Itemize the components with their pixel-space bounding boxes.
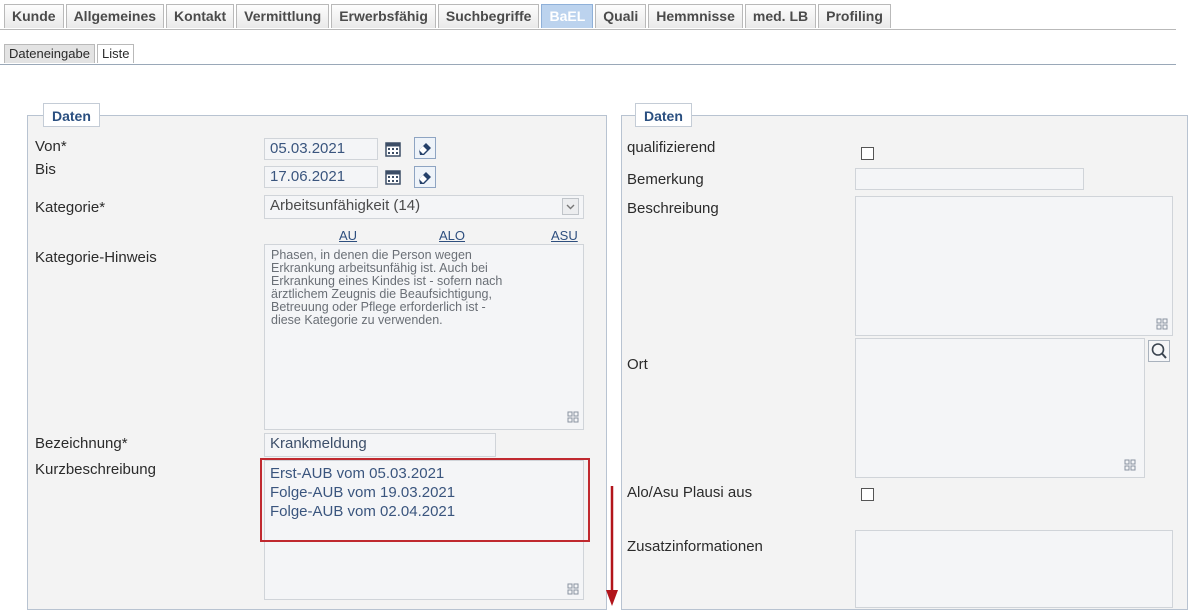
kategorie-select[interactable]: Arbeitsunfähigkeit (14)	[264, 195, 584, 219]
link-alo[interactable]: ALO	[439, 228, 465, 243]
zusatzinformationen-textarea[interactable]	[855, 530, 1173, 608]
dropdown-arrow-icon[interactable]	[562, 198, 579, 215]
tab-quali[interactable]: Quali	[595, 4, 647, 28]
highlight-box	[260, 458, 590, 542]
bezeichnung-label: Bezeichnung*	[35, 435, 128, 452]
tab-hemmnisse[interactable]: Hemmnisse	[648, 4, 743, 28]
tab-suchbegriffe[interactable]: Suchbegriffe	[437, 4, 540, 28]
eraser-icon[interactable]	[414, 137, 436, 159]
tab-vermittlung[interactable]: Vermittlung	[236, 4, 330, 28]
alo-asu-plausi-label: Alo/Asu Plausi aus	[627, 484, 753, 501]
tab-bael[interactable]: BaEL	[541, 4, 594, 28]
kategorie-label: Kategorie*	[35, 199, 106, 216]
subtab-liste[interactable]: Liste	[96, 44, 135, 63]
calendar-icon[interactable]	[384, 140, 402, 158]
qualifizierend-checkbox[interactable]	[861, 147, 874, 160]
alo-asu-plausi-checkbox[interactable]	[861, 488, 874, 501]
tab-bar-divider	[0, 29, 1176, 30]
beschreibung-label: Beschreibung	[627, 200, 719, 217]
bis-label: Bis	[35, 161, 56, 178]
ort-label: Ort	[627, 356, 648, 373]
tab-allgemeines[interactable]: Allgemeines	[65, 4, 165, 28]
eraser-icon[interactable]	[414, 166, 436, 188]
tab-kunde[interactable]: Kunde	[4, 4, 64, 28]
von-label: Von*	[35, 138, 67, 155]
link-asu[interactable]: ASU	[551, 228, 578, 243]
resize-handle-icon[interactable]	[567, 410, 579, 423]
main-tab-bar: Kunde Allgemeines Kontakt Vermittlung Er…	[4, 4, 893, 30]
qualifizierend-label: qualifizierend	[627, 139, 716, 156]
arrow-down-icon	[606, 486, 618, 606]
tab-med-lb[interactable]: med. LB	[744, 4, 817, 28]
bemerkung-input[interactable]	[855, 168, 1084, 190]
von-date-input[interactable]: 05.03.2021	[264, 138, 378, 160]
resize-handle-icon[interactable]	[1156, 317, 1168, 330]
calendar-icon[interactable]	[384, 168, 402, 186]
right-panel-legend: Daten	[635, 103, 692, 127]
left-panel-legend: Daten	[43, 103, 100, 127]
sub-tab-bar: Dateneingabe Liste	[4, 44, 136, 63]
tab-profiling[interactable]: Profiling	[818, 4, 891, 28]
kategorie-value: Arbeitsunfähigkeit (14)	[270, 197, 421, 214]
ort-textarea[interactable]	[855, 338, 1145, 478]
resize-handle-icon[interactable]	[567, 582, 579, 595]
sub-tab-divider	[0, 64, 1176, 65]
bis-date-input[interactable]: 17.06.2021	[264, 166, 378, 188]
kategorie-hinweis-text: Phasen, in denen die Person wegen Erkran…	[264, 244, 584, 430]
tab-kontakt[interactable]: Kontakt	[166, 4, 235, 28]
search-icon[interactable]	[1148, 340, 1170, 362]
link-au[interactable]: AU	[339, 228, 357, 243]
bezeichnung-input[interactable]: Krankmeldung	[264, 433, 496, 457]
kategorie-hinweis-label: Kategorie-Hinweis	[35, 249, 157, 266]
resize-handle-icon[interactable]	[1124, 458, 1136, 471]
beschreibung-textarea[interactable]	[855, 196, 1173, 336]
subtab-dateneingabe[interactable]: Dateneingabe	[4, 44, 95, 63]
kurzbeschreibung-label: Kurzbeschreibung	[35, 461, 156, 478]
zusatzinformationen-label: Zusatzinformationen	[627, 538, 763, 555]
tab-erwerbsfaehig[interactable]: Erwerbsfähig	[331, 4, 436, 28]
bemerkung-label: Bemerkung	[627, 171, 704, 188]
